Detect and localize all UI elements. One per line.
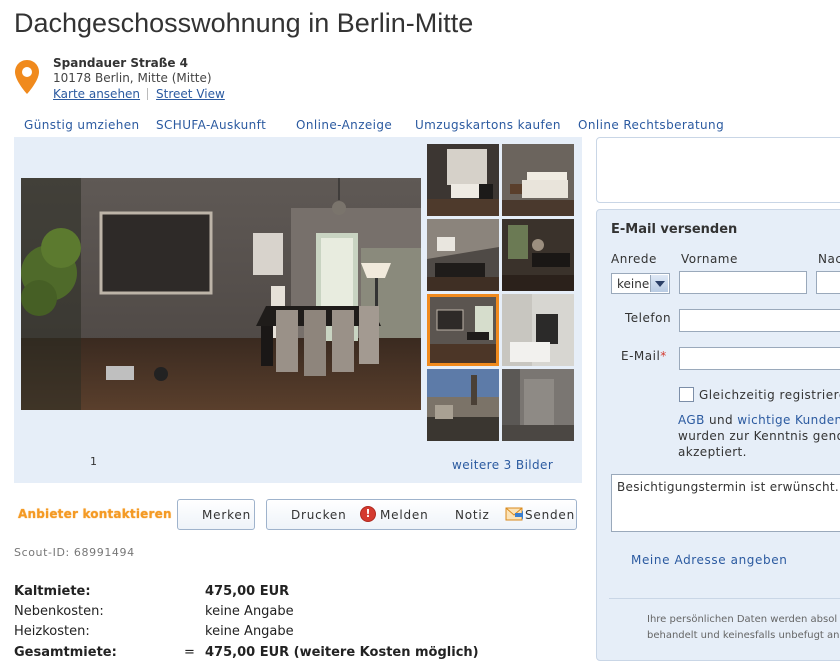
thumbnail[interactable]: [427, 219, 499, 291]
form-heading: E-Mail versenden: [611, 222, 738, 237]
email-label: E-Mail*: [621, 349, 667, 363]
thumbnail-selected[interactable]: [427, 294, 499, 366]
email-input[interactable]: [679, 347, 840, 370]
email-form: E-Mail versenden Anrede Vorname Nac kein…: [596, 209, 840, 661]
merken-label: Merken: [202, 508, 251, 522]
add-address-link[interactable]: Meine Adresse angeben: [631, 553, 787, 567]
thumbnail[interactable]: [502, 369, 574, 441]
main-photo[interactable]: [21, 178, 421, 410]
first-name-label: Vorname: [681, 252, 738, 266]
cost-value: keine Angabe: [205, 624, 294, 639]
first-name-input[interactable]: [679, 271, 807, 294]
message-textarea[interactable]: Besichtigungstermin ist erwünscht.: [611, 474, 840, 532]
address-block: Spandauer Straße 4 10178 Berlin, Mitte (…: [53, 56, 225, 102]
form-divider: [609, 598, 840, 599]
cost-value: keine Angabe: [205, 604, 294, 619]
nav-link-moving[interactable]: Günstig umziehen: [24, 118, 140, 132]
thumbnail[interactable]: [427, 144, 499, 216]
nav-link-legal[interactable]: Online Rechtsberatung: [578, 118, 724, 132]
equals-sign: =: [184, 645, 195, 660]
link-divider: [147, 88, 149, 100]
envelope-icon: [505, 507, 523, 521]
page-title: Dachgeschosswohnung in Berlin-Mitte: [14, 8, 474, 38]
address-city: 10178 Berlin, Mitte (Mitte): [53, 71, 212, 85]
report-button[interactable]: Melden: [380, 508, 428, 522]
chevron-down-icon: [650, 275, 668, 292]
cost-label: Heizkosten:: [14, 624, 90, 639]
salutation-value: keine: [617, 277, 650, 291]
thumbnail[interactable]: [502, 219, 574, 291]
action-button-group: Drucken ! Melden Notiz Senden: [266, 499, 577, 530]
merken-button[interactable]: Merken: [177, 499, 255, 530]
thumbnail[interactable]: [502, 294, 574, 366]
cost-label: Kaltmiete:: [14, 584, 91, 599]
phone-input[interactable]: [679, 309, 840, 332]
register-label: Gleichzeitig registriere: [699, 388, 840, 402]
map-pin-icon: [15, 60, 39, 94]
privacy-note: Ihre persönlichen Daten werden absol beh…: [647, 614, 840, 641]
contact-provider-button[interactable]: Anbieter kontaktieren: [18, 507, 172, 521]
cost-value: 475,00 EUR: [205, 584, 290, 599]
register-checkbox[interactable]: [679, 387, 694, 402]
thumbnail[interactable]: [502, 144, 574, 216]
nav-link-online-ad[interactable]: Online-Anzeige: [296, 118, 392, 132]
nav-link-schufa[interactable]: SCHUFA-Auskunft: [156, 118, 266, 132]
street-view-link[interactable]: Street View: [156, 87, 225, 101]
send-button[interactable]: Senden: [525, 508, 575, 522]
terms-text: AGB und wichtige Kundeni wurden zur Kenn…: [678, 412, 840, 460]
nav-link-boxes[interactable]: Umzugskartons kaufen: [415, 118, 561, 132]
note-button[interactable]: Notiz: [455, 508, 490, 522]
last-name-label: Nac: [818, 252, 840, 266]
photo-gallery: 1 weitere 3 Bilder: [14, 137, 582, 483]
print-button[interactable]: Drucken: [291, 508, 347, 522]
last-name-input[interactable]: [816, 271, 840, 294]
address-street: Spandauer Straße 4: [53, 56, 189, 70]
phone-label: Telefon: [625, 311, 672, 325]
agb-link[interactable]: AGB: [678, 413, 705, 427]
salutation-label: Anrede: [611, 252, 657, 266]
thumbnail[interactable]: [427, 369, 499, 441]
more-photos-link[interactable]: weitere 3 Bilder: [452, 458, 553, 472]
info-panel: [596, 137, 840, 203]
scout-id: Scout-ID: 68991494: [14, 546, 135, 559]
cost-label: Nebenkosten:: [14, 604, 104, 619]
required-marker: *: [660, 349, 667, 363]
map-link[interactable]: Karte ansehen: [53, 87, 140, 101]
warning-icon: !: [360, 506, 376, 522]
photo-page-number: 1: [90, 455, 97, 468]
cost-label: Gesamtmiete:: [14, 645, 117, 660]
salutation-select[interactable]: keine: [611, 273, 670, 294]
customer-info-link[interactable]: wichtige Kundeni: [737, 413, 840, 427]
cost-value: 475,00 EUR (weitere Kosten möglich): [205, 645, 479, 660]
